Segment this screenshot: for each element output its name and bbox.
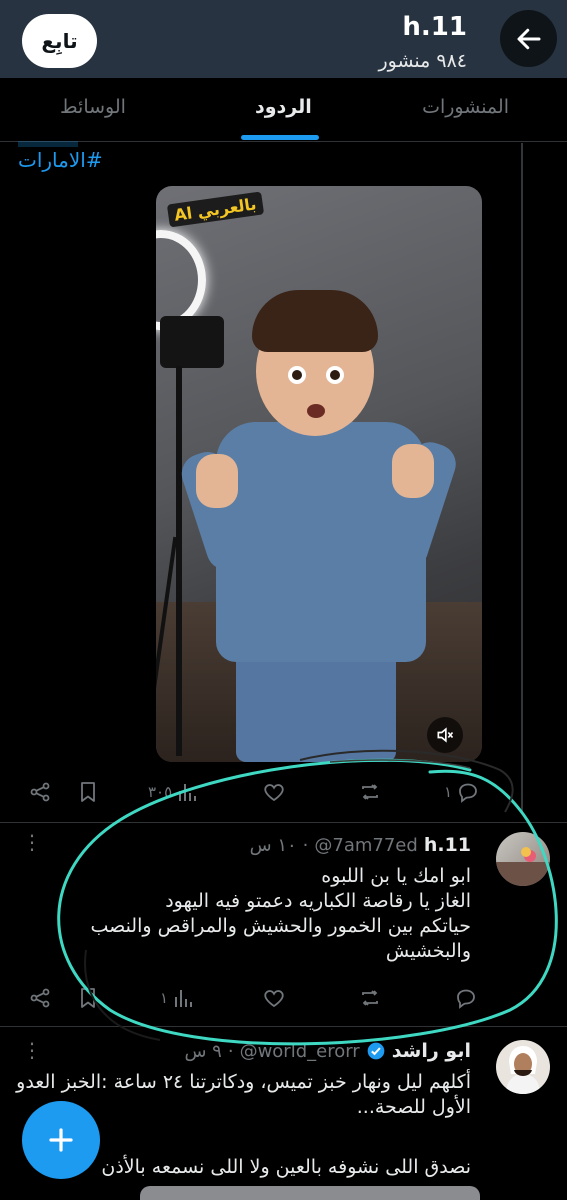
compose-button[interactable] — [22, 1101, 100, 1179]
reply-line: والبخشيش — [385, 940, 471, 962]
kid-eye-right — [326, 366, 344, 384]
back-button[interactable] — [500, 10, 557, 67]
views-icon — [175, 990, 193, 1007]
tweet-header: ابو راشد @world_erorr · ٩ س — [184, 1040, 471, 1062]
author-name[interactable]: h.11 — [424, 834, 471, 856]
retweet-button[interactable] — [358, 772, 382, 812]
heart-icon — [264, 784, 284, 802]
profile-tabs: المنشورات الردود الوسائط — [0, 78, 567, 142]
kid-hand-right — [392, 444, 434, 498]
avatar-image — [506, 1046, 540, 1094]
plus-icon — [49, 1128, 73, 1152]
bookmark-icon — [81, 782, 95, 802]
share-icon — [30, 988, 50, 1008]
speaker-muted-icon — [437, 727, 454, 743]
tab-media[interactable]: الوسائط — [60, 96, 126, 118]
avatar[interactable] — [496, 832, 550, 886]
retweet-icon — [362, 990, 378, 1006]
reply-actions: ١ — [0, 978, 567, 1018]
retweet-icon — [362, 784, 378, 800]
tab-posts[interactable]: المنشورات — [422, 96, 509, 118]
channel-logo: Al بالعربي — [166, 191, 264, 228]
share-icon — [30, 782, 50, 802]
more-options-button[interactable]: ⋮ — [22, 1038, 42, 1062]
tweet-line: أكلهم ليل ونهار خبز تميس، ودكاترتنا ٢٤ س… — [16, 1071, 471, 1093]
like-button[interactable] — [262, 772, 286, 812]
tweet-image-preview[interactable] — [140, 1186, 480, 1200]
reply-icon — [459, 783, 477, 803]
share-button[interactable] — [28, 978, 52, 1018]
heart-icon — [264, 990, 284, 1008]
bookmark-icon — [81, 988, 95, 1008]
more-options-button[interactable]: ⋮ — [22, 830, 42, 854]
author-handle[interactable]: @world_erorr — [240, 1041, 360, 1062]
dot-separator: · — [302, 834, 309, 856]
tripod — [176, 366, 182, 756]
dot-separator: · — [227, 1040, 234, 1062]
timestamp: ٩ س — [184, 1040, 222, 1062]
hashtag-link[interactable]: #الامارات — [18, 148, 103, 172]
ring-light — [156, 230, 206, 330]
thread-line — [521, 143, 523, 813]
post-video[interactable]: Al بالعربي — [156, 186, 482, 762]
profile-title: h.11 — [402, 12, 467, 42]
share-button[interactable] — [28, 772, 52, 812]
kid-hand-left — [196, 454, 238, 508]
camera — [160, 316, 224, 368]
like-button[interactable] — [262, 978, 286, 1018]
reply-line: حياتكم بين الخمور والحشيش والمراقص والنص… — [90, 915, 471, 937]
author-name[interactable]: ابو راشد — [392, 1040, 471, 1062]
avatar[interactable] — [496, 1040, 550, 1094]
kid-mouth — [307, 404, 325, 418]
reply-text: ابو امك يا بن اللبوه الغاز يا رقاصة الكب… — [61, 864, 471, 964]
mute-button[interactable] — [427, 717, 463, 753]
retweet-button[interactable] — [358, 978, 382, 1018]
avatar-image — [496, 847, 550, 886]
truncated-text — [18, 141, 78, 147]
views-count: ١ — [160, 989, 169, 1007]
arrow-left-icon — [517, 28, 540, 49]
follow-button[interactable]: تابِع — [22, 14, 97, 68]
divider — [0, 1026, 567, 1027]
views-button[interactable]: ٣٠٥ — [148, 772, 200, 812]
post-count: ٩٨٤ منشور — [378, 50, 467, 72]
reply-button[interactable]: ١ — [444, 772, 480, 812]
verified-badge-icon — [367, 1042, 385, 1060]
reply-line: الغاز يا رقاصة الكباريه دعمتو فيه اليهود — [165, 890, 471, 912]
reply-count: ١ — [444, 783, 453, 801]
reply-header: h.11 @7am77ed · ١٠ س — [250, 834, 471, 856]
profile-header: تابِع h.11 ٩٨٤ منشور — [0, 0, 567, 78]
views-count: ٣٠٥ — [148, 783, 173, 801]
divider — [0, 822, 567, 823]
timestamp: ١٠ س — [249, 834, 297, 856]
post-actions: ٣٠٥ ١ — [0, 772, 567, 812]
bookmark-button[interactable] — [76, 772, 100, 812]
reply-icon — [457, 989, 475, 1009]
tab-replies[interactable]: الردود — [255, 96, 312, 118]
views-icon — [179, 784, 197, 801]
author-handle[interactable]: @7am77ed — [314, 835, 417, 856]
reply-button[interactable] — [454, 978, 478, 1018]
kid-eye-left — [288, 366, 306, 384]
reply-line: ابو امك يا بن اللبوه — [321, 865, 471, 887]
kid-hair — [252, 290, 378, 352]
views-button[interactable]: ١ — [160, 978, 196, 1018]
bookmark-button[interactable] — [76, 978, 100, 1018]
active-tab-indicator — [241, 135, 319, 140]
